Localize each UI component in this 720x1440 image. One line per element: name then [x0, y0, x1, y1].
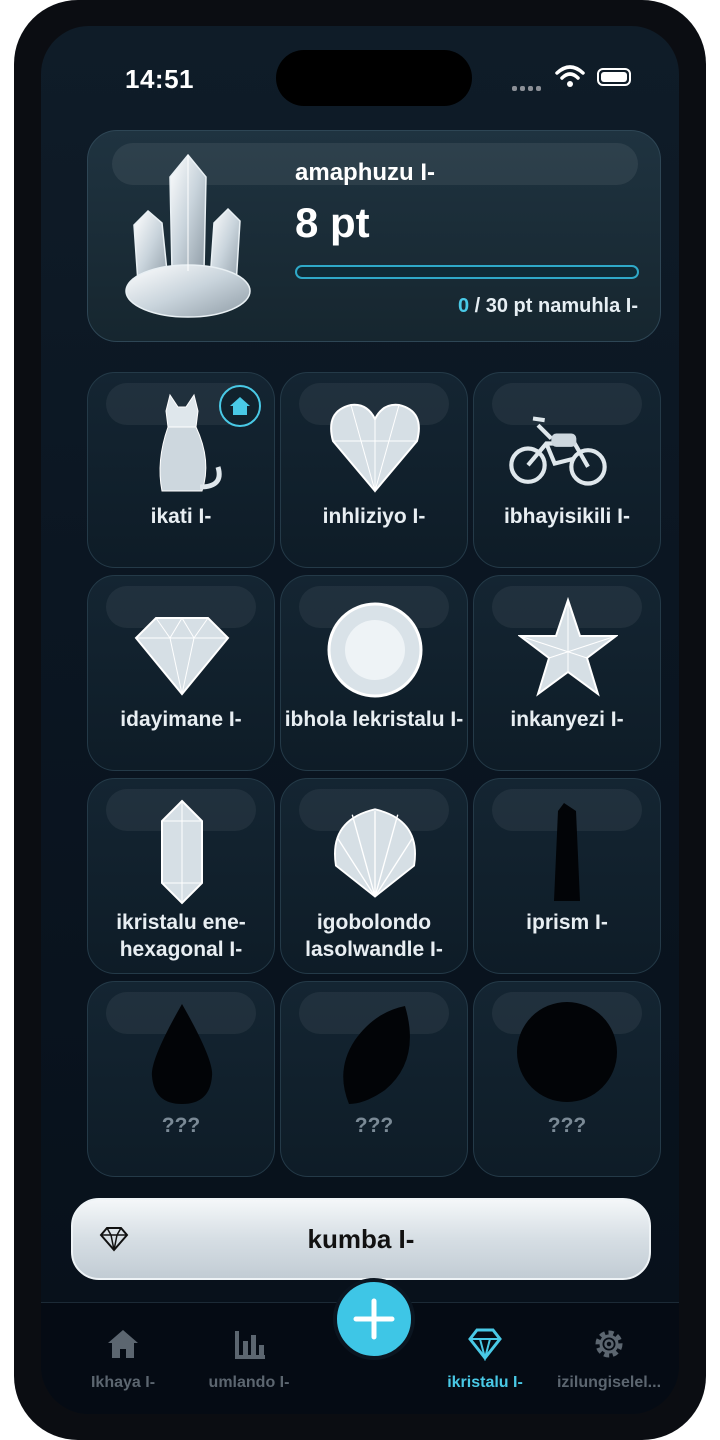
crystal-label: ibhayisikili I-: [503, 505, 631, 528]
add-button[interactable]: [333, 1278, 415, 1360]
dynamic-island: [276, 50, 472, 106]
crystal-card-star[interactable]: inkanyezi I-: [473, 575, 661, 771]
crystal-label: idayimane I-: [120, 708, 242, 731]
chart-icon: [235, 1331, 265, 1359]
tab-label: Ikhaya I-: [90, 1374, 156, 1391]
signal-icon: [512, 78, 544, 96]
crystal-label: inkanyezi I-: [510, 708, 624, 731]
flower-icon: [517, 1002, 617, 1102]
crystal-label: ???: [161, 1114, 201, 1137]
status-time: 14:51: [125, 64, 194, 94]
crystal-label: igobolondo lasolwandle I-: [305, 911, 443, 961]
hexagonal-crystal-icon: [161, 799, 203, 905]
tab-history[interactable]: umlando I-: [189, 1327, 309, 1392]
daily-progress-bar: [295, 265, 639, 279]
tab-settings[interactable]: izilungiselel...: [549, 1327, 669, 1392]
battery-icon: [597, 68, 631, 86]
leaf-icon: [343, 1006, 410, 1104]
crystal-label: ibhola lekristalu I-: [284, 708, 464, 731]
crystal-card-locked-leaf[interactable]: ???: [280, 981, 468, 1177]
crystal-cluster-icon: [125, 153, 251, 318]
gear-icon: [595, 1330, 623, 1358]
app-screen: 14:51 amaphuzu I- 8 pt 0 / 30 pt namuhla…: [41, 26, 679, 1414]
drop-icon: [151, 1004, 213, 1104]
crystal-label: ???: [354, 1114, 394, 1137]
count-button-label: kumba I-: [307, 1224, 415, 1254]
progress-text: 0 / 30 pt namuhla I-: [458, 295, 638, 318]
heart-icon: [330, 403, 420, 493]
crystal-card-prism[interactable]: iprism I-: [473, 778, 661, 974]
progress-current: 0: [457, 295, 470, 317]
crystal-card-hexagonal[interactable]: ikristalu ene-hexagonal I-: [87, 778, 275, 974]
crystal-label: inhliziyo I-: [322, 505, 426, 528]
home-badge-icon: [219, 385, 261, 427]
home-icon: [108, 1330, 138, 1358]
tab-home[interactable]: Ikhaya I-: [63, 1327, 183, 1392]
gem-icon: [468, 1328, 502, 1362]
crystal-card-cat[interactable]: ikati I-: [87, 372, 275, 568]
crystal-card-locked-drop[interactable]: ???: [87, 981, 275, 1177]
crystal-label: iprism I-: [526, 911, 608, 934]
crystal-label: ikristalu ene-hexagonal I-: [116, 911, 246, 961]
crystal-label: ikati I-: [150, 505, 212, 528]
crystal-card-ball[interactable]: ibhola lekristalu I-: [280, 575, 468, 771]
prism-icon: [554, 803, 580, 901]
count-button[interactable]: kumba I-: [71, 1198, 651, 1280]
wifi-icon: [555, 65, 585, 87]
tab-crystals[interactable]: ikristalu I-: [425, 1327, 545, 1392]
points-value: 8 pt: [295, 199, 370, 246]
star-icon: [518, 596, 618, 697]
crystal-card-heart[interactable]: inhliziyo I-: [280, 372, 468, 568]
points-summary-card: amaphuzu I- 8 pt 0 / 30 pt namuhla I-: [87, 130, 661, 342]
status-bar: 14:51: [41, 26, 679, 126]
crystal-card-locked-flower[interactable]: ???: [473, 981, 661, 1177]
crystal-ball-icon: [327, 602, 423, 698]
seashell-icon: [334, 808, 416, 898]
tab-label: umlando I-: [208, 1374, 290, 1391]
card-title: amaphuzu I-: [295, 159, 436, 186]
tab-label: ikristalu I-: [447, 1374, 523, 1391]
progress-target: / 30 pt namuhla I-: [469, 295, 638, 317]
tab-label: izilungiselel...: [556, 1374, 662, 1391]
cat-icon: [159, 393, 222, 492]
crystal-card-diamond[interactable]: idayimane I-: [87, 575, 275, 771]
crystal-card-seashell[interactable]: igobolondo lasolwandle I-: [280, 778, 468, 974]
phone-frame: 14:51 amaphuzu I- 8 pt 0 / 30 pt namuhla…: [14, 0, 706, 1440]
motorcycle-icon: [509, 416, 607, 486]
plus-icon: [353, 1298, 395, 1340]
crystal-label: ???: [547, 1114, 587, 1137]
crystal-card-motorcycle[interactable]: ibhayisikili I-: [473, 372, 661, 568]
diamond-icon: [134, 617, 230, 696]
